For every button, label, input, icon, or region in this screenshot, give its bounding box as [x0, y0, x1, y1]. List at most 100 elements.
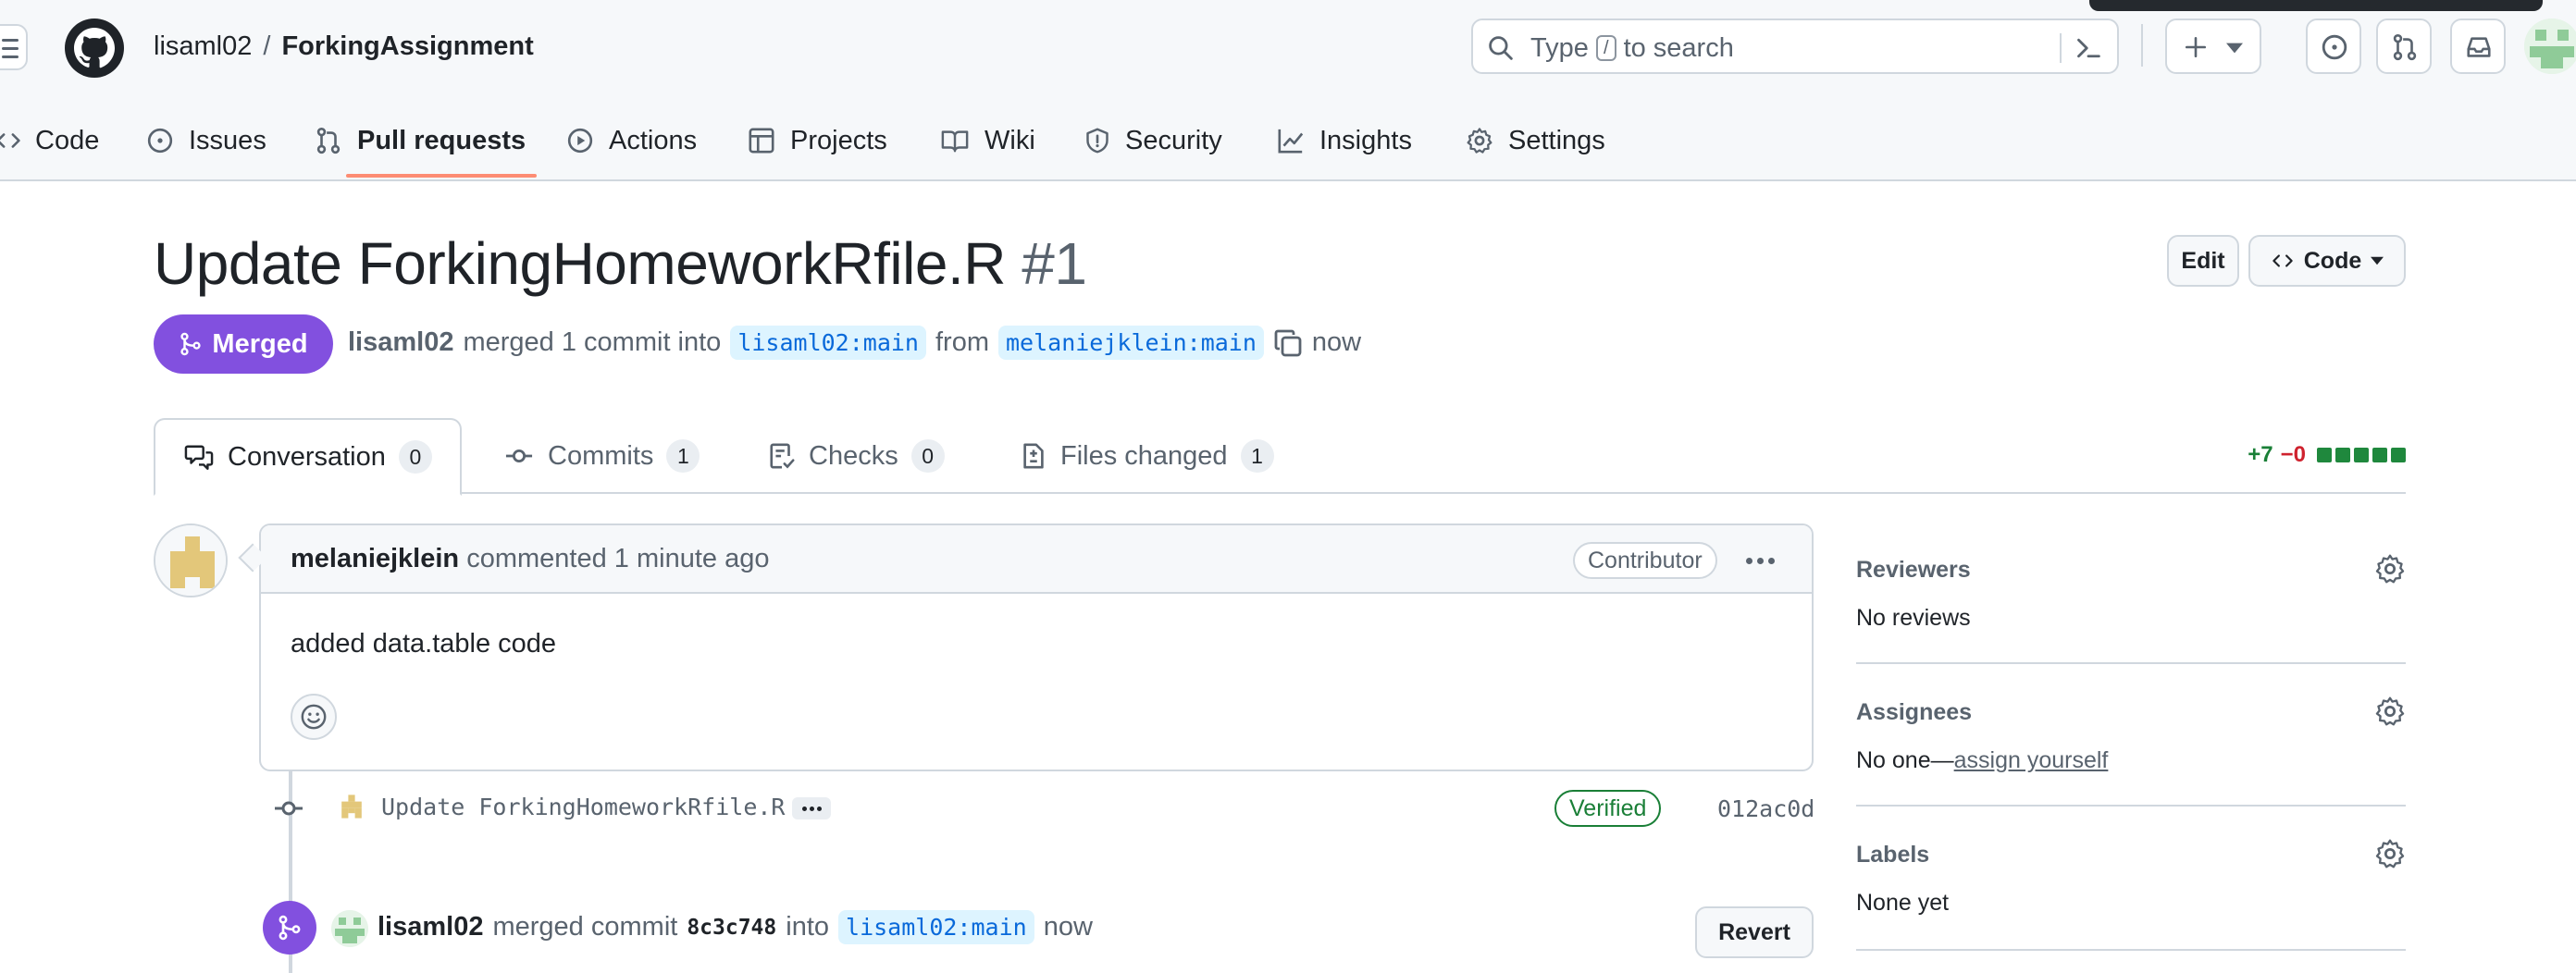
table-icon [749, 128, 774, 154]
search-divider [2060, 33, 2062, 63]
code-icon [0, 133, 20, 148]
issues-button[interactable] [2306, 18, 2361, 74]
copy-icon[interactable] [1273, 328, 1303, 358]
checklist-icon [770, 443, 795, 469]
kebab-icon[interactable] [1741, 542, 1778, 579]
checks-count: 0 [910, 439, 945, 473]
labels-heading[interactable]: Labels [1856, 842, 1929, 868]
verified-badge[interactable]: Verified [1554, 790, 1662, 827]
edit-button[interactable]: Edit [2167, 235, 2239, 287]
comment-body: added data.table code [291, 629, 557, 659]
issue-icon [2322, 34, 2347, 60]
pr-author[interactable]: lisaml02 [348, 327, 453, 358]
status-badge: Merged [154, 314, 333, 374]
merge-target-branch[interactable]: lisaml02:main [838, 910, 1034, 944]
pull-requests-button[interactable] [2376, 18, 2432, 74]
tab-commits[interactable]: Commits 1 [503, 418, 700, 494]
assign-yourself-link[interactable]: assign yourself [1954, 747, 2109, 773]
owner-link[interactable]: lisaml02 [154, 31, 252, 61]
diffstat-block [2335, 448, 2350, 462]
create-new-button[interactable] [2165, 18, 2261, 74]
from-label: from [935, 327, 989, 357]
search-icon [1489, 36, 1513, 60]
code-dropdown-button[interactable]: Code [2248, 235, 2406, 287]
header-divider [2141, 24, 2143, 67]
head-branch[interactable]: melaniejklein:main [997, 326, 1264, 360]
merge-action: merged commit [492, 912, 678, 942]
files-changed-count: 1 [1240, 439, 1274, 473]
tab-pull-requests[interactable]: Pull requests [315, 118, 526, 163]
revert-button[interactable]: Revert [1695, 906, 1814, 958]
tab-wiki[interactable]: Wiki [940, 118, 1035, 163]
merge-time: now [1043, 912, 1093, 942]
sidebar-assignees: Assignees No one—assign yourself [1856, 664, 2406, 807]
comment-box: melaniejklein commented 1 minute ago Con… [259, 523, 1814, 771]
pull-request-icon [316, 127, 341, 154]
merge-description: merged 1 commit into [463, 327, 722, 357]
assignees-heading[interactable]: Assignees [1856, 699, 1972, 726]
base-branch[interactable]: lisaml02:main [730, 326, 926, 360]
diffstat-block [2354, 448, 2369, 462]
role-badge: Contributor [1573, 542, 1717, 579]
tab-code[interactable]: Code [0, 118, 99, 163]
pr-number: #1 [1022, 230, 1087, 297]
diffstat-block [2317, 448, 2332, 462]
gear-icon[interactable] [2374, 553, 2406, 585]
tab-settings[interactable]: Settings [1466, 118, 1605, 163]
search-input[interactable]: Type / to search [1471, 18, 2119, 74]
tab-security[interactable]: Security [1084, 118, 1222, 163]
merger-avatar[interactable] [331, 910, 368, 947]
commit-message[interactable]: Update ForkingHomeworkRfile.R [381, 794, 786, 820]
book-icon [941, 130, 969, 153]
deletions-count: −0 [2280, 442, 2306, 467]
diffstat-blocks [2317, 448, 2406, 462]
commit-icon [505, 449, 533, 463]
expand-commit-button[interactable] [792, 797, 831, 819]
tab-actions[interactable]: Actions [566, 118, 697, 163]
tab-insights[interactable]: Insights [1277, 118, 1412, 163]
comment-author[interactable]: melaniejklein [291, 544, 459, 573]
notification-bar [2089, 0, 2543, 11]
avatar[interactable] [154, 523, 228, 597]
merge-commit-sha[interactable]: 8c3c748 [687, 916, 776, 940]
tabs-divider [154, 492, 2406, 494]
breadcrumb-separator: / [263, 31, 271, 61]
tab-projects[interactable]: Projects [748, 118, 887, 163]
gear-icon[interactable] [2374, 838, 2406, 869]
labels-value: None yet [1856, 890, 1950, 916]
tab-issues[interactable]: Issues [146, 118, 266, 163]
user-avatar[interactable] [2524, 18, 2576, 74]
issue-icon [147, 128, 173, 154]
assignees-value: No one—assign yourself [1856, 747, 2109, 773]
comment-meta: melaniejklein commented 1 minute ago [291, 544, 769, 574]
command-palette-icon[interactable] [2074, 35, 2102, 61]
inbox-icon [2467, 37, 2491, 57]
search-shortcut-key: / [1595, 35, 1616, 61]
inbox-button[interactable] [2450, 18, 2506, 74]
repo-link[interactable]: ForkingAssignment [281, 31, 533, 61]
pr-time: now [1311, 327, 1362, 357]
menu-icon[interactable] [0, 24, 28, 70]
commits-count: 1 [666, 439, 700, 473]
additions-count: +7 [2248, 442, 2273, 467]
gear-icon [1467, 128, 1492, 154]
conversation-count: 0 [398, 440, 432, 474]
commit-author-avatar[interactable] [335, 790, 368, 823]
add-reaction-button[interactable] [291, 694, 337, 740]
sidebar-reviewers: Reviewers No reviews [1856, 542, 2406, 664]
gear-icon[interactable] [2374, 696, 2406, 727]
into-label: into [786, 912, 830, 942]
play-icon [567, 128, 593, 154]
github-logo[interactable] [65, 18, 124, 78]
merge-actor[interactable]: lisaml02 [378, 912, 483, 942]
diffstat-block [2372, 448, 2387, 462]
tab-checks[interactable]: Checks 0 [768, 418, 945, 494]
merge-event: lisaml02 merged commit 8c3c748 into lisa… [263, 901, 1814, 958]
tab-conversation[interactable]: Conversation 0 [154, 418, 462, 496]
tab-files-changed[interactable]: Files changed 1 [1020, 418, 1274, 494]
comment-action[interactable]: commented 1 minute ago [466, 544, 769, 573]
reviewers-heading[interactable]: Reviewers [1856, 557, 1971, 584]
repo-nav: Code Issues Pull requests Actions Projec… [0, 109, 2576, 181]
commit-sha[interactable]: 012ac0d [1717, 795, 1814, 822]
diffstat-block [2391, 448, 2406, 462]
